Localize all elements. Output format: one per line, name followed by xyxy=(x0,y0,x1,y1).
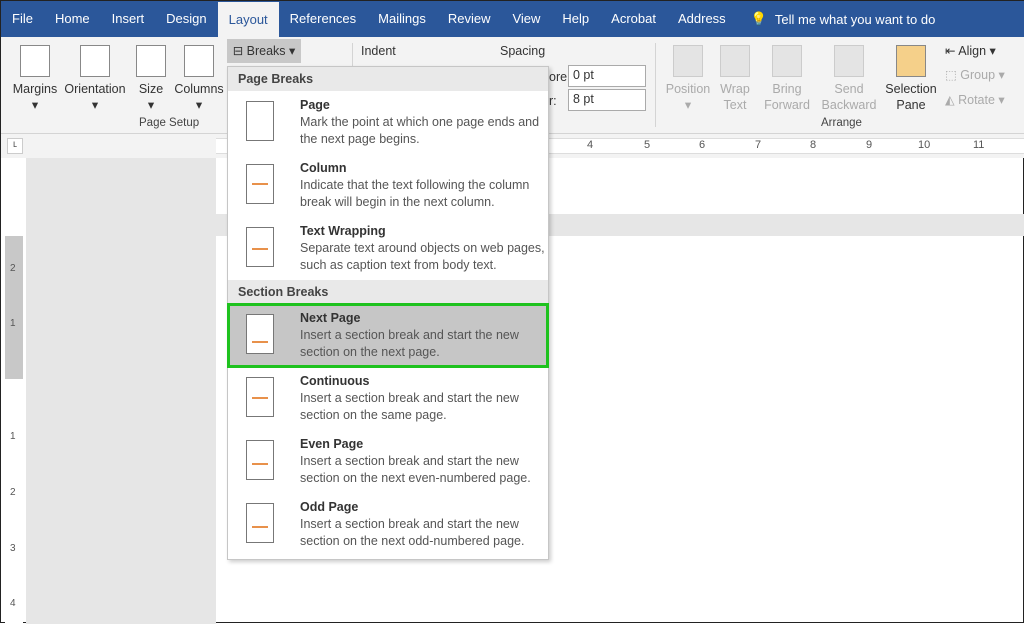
tab-insert[interactable]: Insert xyxy=(101,1,156,37)
spacing-before-input[interactable]: 0 pt xyxy=(568,65,646,87)
breaks-icon: ⊟ xyxy=(232,44,244,58)
indent-label: Indent xyxy=(361,44,396,58)
position-button[interactable]: Position ▾ xyxy=(663,45,713,113)
size-icon xyxy=(136,45,166,77)
group-button[interactable]: ⬚ Group ▾ xyxy=(945,67,1005,83)
orientation-button[interactable]: Orientation ▾ xyxy=(61,45,129,113)
tab-selector[interactable]: ʟ xyxy=(7,138,23,154)
tab-mailings[interactable]: Mailings xyxy=(367,1,437,37)
ruler-tick: 1 xyxy=(10,431,16,442)
ruler-tick: 4 xyxy=(587,139,594,151)
menu-item-column[interactable]: Column Indicate that the text following t… xyxy=(228,154,548,217)
lightbulb-icon: 💡 xyxy=(750,11,767,26)
section-breaks-header: Section Breaks xyxy=(228,280,548,304)
wrap-text-icon xyxy=(720,45,750,77)
ruler-tick: 3 xyxy=(10,543,16,554)
ruler-tick: 6 xyxy=(699,139,706,151)
selection-pane-icon xyxy=(896,45,926,77)
text-wrapping-icon xyxy=(246,227,274,267)
ruler-tick: 11 xyxy=(973,139,985,151)
margins-button[interactable]: Margins ▾ xyxy=(9,45,61,113)
even-page-icon xyxy=(246,440,274,480)
ruler-tick: 10 xyxy=(918,139,931,151)
menu-item-text-wrapping[interactable]: Text Wrapping Separate text around object… xyxy=(228,217,548,280)
breaks-dropdown-menu: Page Breaks Page Mark the point at which … xyxy=(227,66,549,560)
after-label: r: xyxy=(549,94,557,108)
bring-forward-icon xyxy=(772,45,802,77)
ribbon-tabs: File Home Insert Design Layout Reference… xyxy=(1,1,1024,38)
document-margin-area xyxy=(26,158,216,624)
bring-forward-button[interactable]: Bring Forward xyxy=(757,45,817,113)
tab-review[interactable]: Review xyxy=(437,1,502,37)
menu-item-continuous[interactable]: Continuous Insert a section break and sta… xyxy=(228,367,548,430)
columns-button[interactable]: Columns ▾ xyxy=(171,45,227,113)
odd-page-icon xyxy=(246,503,274,543)
position-icon xyxy=(673,45,703,77)
tell-me-text: Tell me what you want to do xyxy=(774,11,936,27)
send-backward-icon xyxy=(834,45,864,77)
menu-item-even-page[interactable]: Even Page Insert a section break and star… xyxy=(228,430,548,493)
page-setup-label: Page Setup xyxy=(139,117,200,129)
tab-layout[interactable]: Layout xyxy=(217,2,279,38)
tab-references[interactable]: References xyxy=(279,1,367,37)
selection-pane-button[interactable]: Selection Pane xyxy=(883,45,939,113)
page-break-icon xyxy=(246,101,274,141)
menu-item-next-page[interactable]: Next Page Insert a section break and star… xyxy=(227,303,549,368)
ruler-tick: 7 xyxy=(755,139,762,151)
size-button[interactable]: Size ▾ xyxy=(133,45,169,113)
column-break-icon xyxy=(246,164,274,204)
ruler-tick: 9 xyxy=(866,139,873,151)
tab-address[interactable]: Address xyxy=(667,1,737,37)
ruler-tick: 4 xyxy=(10,598,16,609)
menu-item-odd-page[interactable]: Odd Page Insert a section break and start… xyxy=(228,493,548,556)
tab-acrobat[interactable]: Acrobat xyxy=(600,1,667,37)
columns-icon xyxy=(184,45,214,77)
tab-file[interactable]: File xyxy=(1,1,44,37)
tab-design[interactable]: Design xyxy=(155,1,217,37)
menu-item-page[interactable]: Page Mark the point at which one page end… xyxy=(228,91,548,154)
wrap-text-button[interactable]: Wrap Text xyxy=(715,45,755,113)
breaks-button[interactable]: ⊟ Breaks ▾ xyxy=(227,39,301,63)
continuous-icon xyxy=(246,377,274,417)
align-button[interactable]: ⇤ Align ▾ xyxy=(945,43,996,59)
ruler-tick: 1 xyxy=(10,318,16,329)
vertical-ruler[interactable]: 2 1 1 2 3 4 xyxy=(5,158,23,624)
orientation-icon xyxy=(80,45,110,77)
tab-home[interactable]: Home xyxy=(44,1,101,37)
rotate-button[interactable]: ◭ Rotate ▾ xyxy=(945,92,1005,108)
margins-icon xyxy=(20,45,50,77)
tell-me-search[interactable]: 💡 Tell me what you want to do xyxy=(751,11,936,27)
ruler-tick: 2 xyxy=(10,487,16,498)
page-breaks-header: Page Breaks xyxy=(228,67,548,91)
ruler-tick: 2 xyxy=(10,263,16,274)
arrange-label: Arrange xyxy=(821,117,862,129)
tab-help[interactable]: Help xyxy=(551,1,600,37)
tab-view[interactable]: View xyxy=(501,1,551,37)
send-backward-button[interactable]: Send Backward xyxy=(817,45,881,113)
ruler-tick: 8 xyxy=(810,139,817,151)
next-page-icon xyxy=(246,314,274,354)
ruler-tick: 5 xyxy=(644,139,651,151)
spacing-after-input[interactable]: 8 pt xyxy=(568,89,646,111)
spacing-label: Spacing xyxy=(500,44,546,58)
